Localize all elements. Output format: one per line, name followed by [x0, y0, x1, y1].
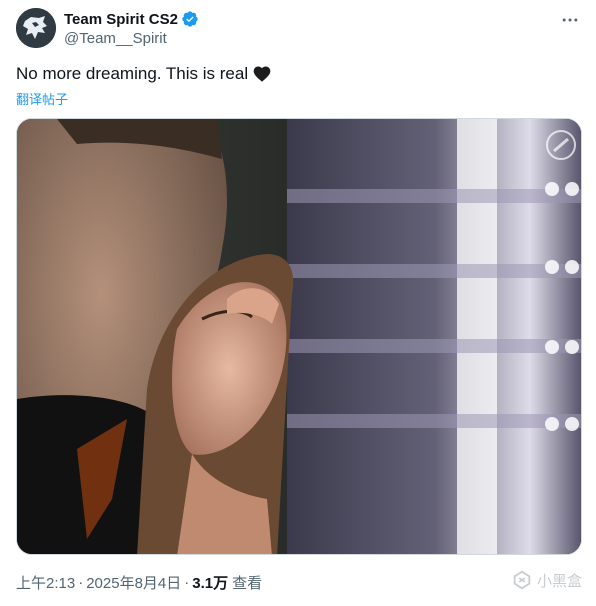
- tweet-photo[interactable]: [16, 118, 582, 555]
- avatar[interactable]: [16, 8, 56, 48]
- tweet-card: Team Spirit CS2 @Team__Spirit No more dr…: [0, 0, 596, 606]
- xiaoheihe-logo: [513, 570, 531, 590]
- handle[interactable]: @Team__Spirit: [64, 30, 199, 47]
- watermark-text: 小黑盒: [536, 572, 582, 590]
- tweet-time[interactable]: 上午2:13: [16, 572, 75, 593]
- translate-post-link[interactable]: 翻译帖子: [16, 89, 68, 108]
- tweet-body: No more dreaming. This is real: [16, 64, 249, 83]
- black-heart-icon: [253, 66, 271, 82]
- site-watermark: 小黑盒: [511, 569, 582, 591]
- views-label: 查看: [232, 575, 263, 592]
- views-count[interactable]: 3.1万: [192, 572, 228, 593]
- separator: ·: [184, 574, 190, 591]
- photo-illustration: [17, 119, 581, 554]
- user-info: Team Spirit CS2 @Team__Spirit: [64, 9, 199, 47]
- team-spirit-logo: [16, 8, 56, 48]
- tweet-text: No more dreaming. This is real: [16, 62, 272, 86]
- display-name[interactable]: Team Spirit CS2: [64, 11, 178, 28]
- tweet-meta: 上午2:13 · 2025年8月4日 · 3.1万 查看: [16, 572, 262, 593]
- more-options-button[interactable]: [558, 8, 582, 32]
- separator: ·: [78, 574, 84, 591]
- verified-badge-icon: [182, 11, 198, 27]
- more-horizontal-icon: [562, 18, 578, 22]
- tweet-date[interactable]: 2025年8月4日: [86, 572, 181, 593]
